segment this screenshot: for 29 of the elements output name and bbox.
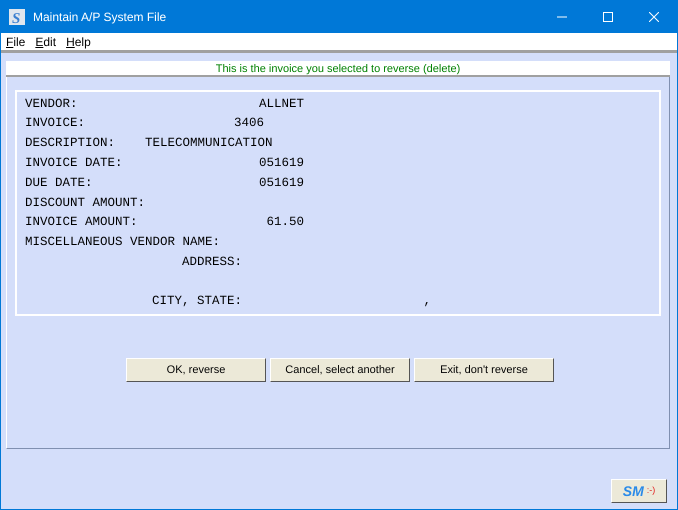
- field-value: ,: [423, 293, 431, 310]
- action-button[interactable]: Exit, don't reverse: [414, 358, 554, 382]
- action-button[interactable]: Cancel, select another: [270, 358, 410, 382]
- field-label: DESCRIPTION:: [25, 135, 116, 152]
- field-label: ADDRESS:: [182, 254, 242, 271]
- field-value: 051619: [258, 174, 304, 192]
- menu-item[interactable]: Help: [61, 32, 96, 50]
- logo-button[interactable]: SM :-): [611, 479, 667, 503]
- status-message: This is the invoice you selected to reverse (delete): [6, 61, 670, 77]
- maximize-icon: [603, 12, 613, 22]
- window-title: Maintain A/P System File: [33, 8, 166, 26]
- field-label: DISCOUNT AMOUNT:: [25, 194, 146, 212]
- field-label: VENDOR:: [25, 96, 78, 113]
- field-label: INVOICE:: [25, 115, 86, 132]
- field-value: 3406: [234, 115, 264, 132]
- app-icon: S: [9, 8, 25, 24]
- field-value: 61.50: [266, 214, 304, 232]
- field-value: TELECOMMUNICATION: [145, 135, 273, 152]
- menu-item[interactable]: File: [1, 32, 30, 50]
- field-label: INVOICE DATE:: [25, 154, 123, 172]
- field-value: ALLNET: [258, 96, 304, 113]
- action-button[interactable]: OK, reverse: [126, 358, 266, 382]
- field-label: DUE DATE:: [25, 174, 93, 192]
- close-icon: [649, 12, 659, 22]
- field-label: INVOICE AMOUNT:: [25, 214, 138, 232]
- field-label: CITY, STATE:: [152, 293, 242, 310]
- menu-item[interactable]: Edit: [30, 32, 62, 50]
- field-value: 051619: [258, 154, 304, 172]
- field-label: MISCELLANEOUS VENDOR NAME:: [25, 234, 220, 252]
